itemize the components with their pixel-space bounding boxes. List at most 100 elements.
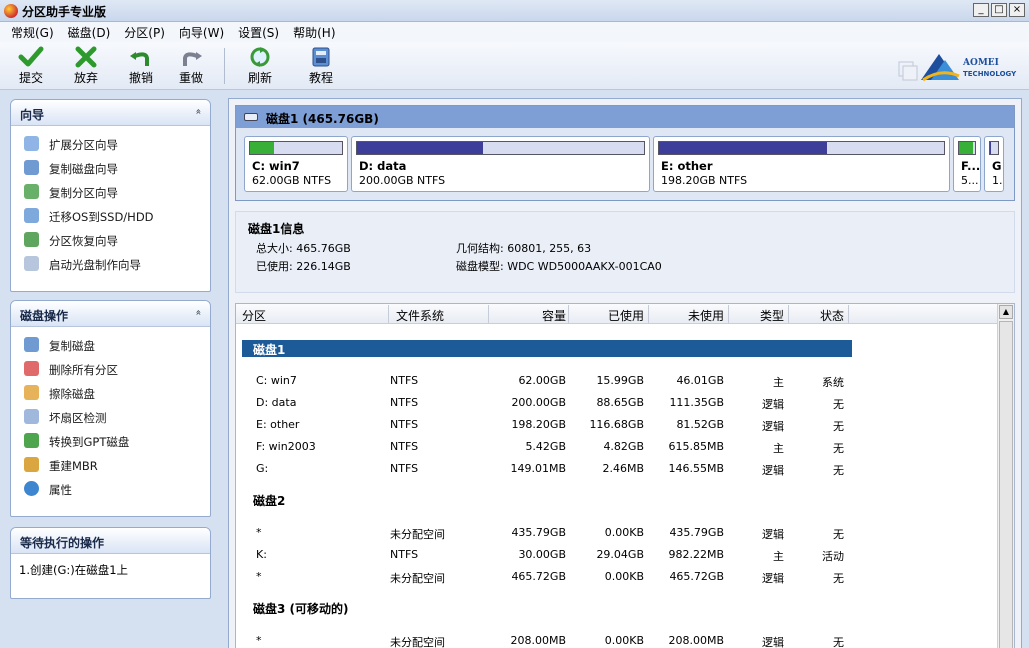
table-cell: NTFS bbox=[390, 462, 419, 475]
menu-wizard[interactable]: 向导(W) bbox=[172, 24, 231, 41]
wizard-item-bootable-media[interactable]: 启动光盘制作向导 bbox=[11, 252, 210, 276]
partition-name: E: other bbox=[661, 159, 713, 173]
table-cell: 主 bbox=[773, 550, 784, 563]
table-cell: 435.79GB bbox=[669, 526, 724, 539]
redo-button[interactable]: 重做 bbox=[171, 46, 211, 86]
col-unused[interactable]: 未使用 bbox=[676, 307, 724, 324]
partition-block-c[interactable]: C: win7 62.00GB NTFS bbox=[244, 136, 348, 192]
table-cell: 116.68GB bbox=[589, 418, 644, 431]
table-row[interactable]: * 未分配空间 208.00MB 0.00KB 208.00MB 逻辑 无 bbox=[236, 630, 998, 648]
collapse-chevron-icon[interactable]: « bbox=[192, 309, 203, 315]
table-cell: 29.04GB bbox=[596, 548, 644, 561]
minimize-button[interactable]: _ bbox=[973, 3, 989, 17]
table-cell: 15.99GB bbox=[596, 374, 644, 387]
diskop-item-rebuild-mbr[interactable]: 重建MBR bbox=[11, 453, 210, 477]
pending-operation-item[interactable]: 1.创建(G:)在磁盘1上 bbox=[11, 554, 210, 586]
disk-total-size: 总大小: 465.76GB bbox=[256, 242, 351, 255]
undo-button[interactable]: 撤销 bbox=[121, 46, 161, 86]
diskop-item-delete-all-partitions[interactable]: 删除所有分区 bbox=[11, 357, 210, 381]
vertical-scrollbar[interactable]: ▲ bbox=[997, 304, 1014, 648]
close-button[interactable]: × bbox=[1009, 3, 1025, 17]
menu-help[interactable]: 帮助(H) bbox=[286, 24, 342, 41]
table-cell: * bbox=[256, 570, 262, 583]
table-cell: 982.22MB bbox=[668, 548, 724, 561]
table-row[interactable]: * 未分配空间 435.79GB 0.00KB 435.79GB 逻辑 无 bbox=[236, 522, 998, 544]
table-cell: NTFS bbox=[390, 374, 419, 387]
table-row[interactable]: E: other NTFS 198.20GB 116.68GB 81.52GB 逻辑 无 bbox=[236, 414, 998, 436]
diskop-item-wipe-disk[interactable]: 擦除磁盘 bbox=[11, 381, 210, 405]
menu-partition[interactable]: 分区(P) bbox=[117, 24, 172, 41]
table-header: 分区 文件系统 容量 已使用 未使用 类型 状态 bbox=[236, 304, 998, 324]
menu-bar: 常规(G) 磁盘(D) 分区(P) 向导(W) 设置(S) 帮助(H) bbox=[0, 22, 1029, 42]
partition-name: F... bbox=[961, 159, 981, 173]
diskop-item-properties[interactable]: 属性 bbox=[11, 477, 210, 501]
table-row[interactable]: F: win2003 NTFS 5.42GB 4.82GB 615.85MB 主 无 bbox=[236, 436, 998, 458]
left-sidebar: 向导 « 扩展分区向导 复制磁盘向导 复制分区向导 迁移OS到SSD/HDD 分… bbox=[0, 90, 222, 648]
wizard-panel: 向导 « 扩展分区向导 复制磁盘向导 复制分区向导 迁移OS到SSD/HDD 分… bbox=[10, 99, 211, 292]
window-title: 分区助手专业版 bbox=[22, 5, 107, 19]
disk-map-header[interactable]: 磁盘1 (465.76GB) bbox=[236, 106, 1014, 128]
table-cell: 无 bbox=[833, 464, 844, 477]
menu-disk[interactable]: 磁盘(D) bbox=[61, 24, 118, 41]
disk-group-header[interactable]: 磁盘1 bbox=[242, 340, 852, 357]
copy-disk-icon bbox=[24, 160, 39, 175]
col-partition[interactable]: 分区 bbox=[242, 307, 266, 324]
col-used[interactable]: 已使用 bbox=[596, 307, 644, 324]
wizard-item-extend-partition[interactable]: 扩展分区向导 bbox=[11, 132, 210, 156]
table-row[interactable]: * 未分配空间 465.72GB 0.00KB 465.72GB 逻辑 无 bbox=[236, 566, 998, 588]
partition-block-g[interactable]: G 1. bbox=[984, 136, 1004, 192]
wizard-panel-header[interactable]: 向导 « bbox=[11, 100, 210, 126]
discard-x-icon bbox=[75, 46, 97, 68]
table-cell: NTFS bbox=[390, 548, 419, 561]
menu-settings[interactable]: 设置(S) bbox=[231, 24, 286, 41]
disk-group-header[interactable]: 磁盘3 (可移动的) bbox=[242, 600, 349, 617]
commit-button[interactable]: 提交 bbox=[11, 46, 51, 86]
partition-block-d[interactable]: D: data 200.00GB NTFS bbox=[351, 136, 650, 192]
wizard-item-migrate-os[interactable]: 迁移OS到SSD/HDD bbox=[11, 204, 210, 228]
diskop-item-convert-gpt[interactable]: 转换到GPT磁盘 bbox=[11, 429, 210, 453]
tutorial-label: 教程 bbox=[308, 71, 333, 85]
col-filesystem[interactable]: 文件系统 bbox=[396, 307, 444, 324]
table-cell: 111.35GB bbox=[669, 396, 724, 409]
table-cell: * bbox=[256, 526, 262, 539]
col-status[interactable]: 状态 bbox=[811, 307, 844, 324]
refresh-button[interactable]: 刷新 bbox=[240, 46, 280, 86]
table-row[interactable]: D: data NTFS 200.00GB 88.65GB 111.35GB 逻辑 无 bbox=[236, 392, 998, 414]
disk-map-title: 磁盘1 (465.76GB) bbox=[266, 112, 379, 126]
wizard-item-copy-partition[interactable]: 复制分区向导 bbox=[11, 180, 210, 204]
table-cell: K: bbox=[256, 548, 267, 561]
maximize-button[interactable]: □ bbox=[991, 3, 1007, 17]
partition-block-e[interactable]: E: other 198.20GB NTFS bbox=[653, 136, 950, 192]
diskop-item-copy-disk[interactable]: 复制磁盘 bbox=[11, 333, 210, 357]
wizard-item-copy-disk[interactable]: 复制磁盘向导 bbox=[11, 156, 210, 180]
disk-group-header[interactable]: 磁盘2 bbox=[242, 492, 285, 509]
collapse-chevron-icon[interactable]: « bbox=[192, 108, 203, 114]
table-row[interactable]: K: NTFS 30.00GB 29.04GB 982.22MB 主 活动 bbox=[236, 544, 998, 566]
disk-operations-panel-header[interactable]: 磁盘操作 « bbox=[11, 301, 210, 327]
tutorial-button[interactable]: 教程 bbox=[301, 46, 341, 86]
scroll-up-arrow-icon[interactable]: ▲ bbox=[999, 305, 1013, 319]
table-cell: 200.00GB bbox=[511, 396, 566, 409]
col-type[interactable]: 类型 bbox=[751, 307, 784, 324]
diskop-item-bad-sector-check[interactable]: 坏扇区检测 bbox=[11, 405, 210, 429]
partition-recovery-icon bbox=[24, 232, 39, 247]
col-capacity[interactable]: 容量 bbox=[526, 307, 566, 324]
undo-arrow-icon bbox=[130, 52, 149, 66]
scrollbar-thumb[interactable] bbox=[999, 321, 1013, 648]
disk-info-panel: 磁盘1信息 总大小: 465.76GB 已使用: 226.14GB 几何结构: … bbox=[235, 211, 1015, 293]
wizard-item-partition-recovery[interactable]: 分区恢复向导 bbox=[11, 228, 210, 252]
discard-button[interactable]: 放弃 bbox=[66, 46, 106, 86]
pending-operations-panel: 等待执行的操作 1.创建(G:)在磁盘1上 bbox=[10, 527, 211, 599]
table-cell: 无 bbox=[833, 572, 844, 585]
menu-general[interactable]: 常规(G) bbox=[4, 24, 61, 41]
table-cell: F: win2003 bbox=[256, 440, 316, 453]
table-cell: 149.01MB bbox=[510, 462, 566, 475]
table-cell: 无 bbox=[833, 528, 844, 541]
title-bar: 分区助手专业版 _ □ × bbox=[0, 0, 1029, 22]
disk-map: 磁盘1 (465.76GB) C: win7 62.00GB NTFS D: d… bbox=[235, 105, 1015, 201]
partition-block-f[interactable]: F... 5... bbox=[953, 136, 981, 192]
partition-size: 198.20GB NTFS bbox=[661, 174, 748, 187]
table-cell: 未分配空间 bbox=[390, 572, 445, 585]
table-row[interactable]: G: NTFS 149.01MB 2.46MB 146.55MB 逻辑 无 bbox=[236, 458, 998, 480]
table-row[interactable]: C: win7 NTFS 62.00GB 15.99GB 46.01GB 主 系统 bbox=[236, 370, 998, 392]
